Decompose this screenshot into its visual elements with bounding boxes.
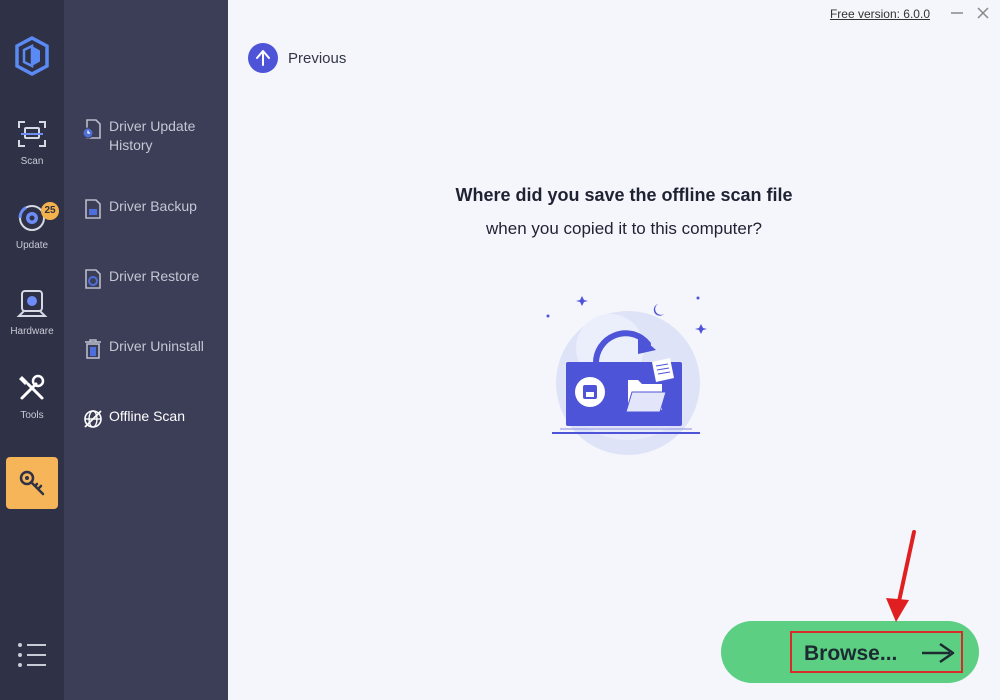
rail-hardware-label: Hardware [10, 326, 54, 337]
sidenav-item-driver-restore[interactable]: Driver Restore [82, 267, 228, 289]
question-line-1: Where did you save the offline scan file [455, 185, 793, 205]
scan-icon [18, 121, 46, 147]
browse-button[interactable]: Browse... [721, 621, 979, 683]
previous-arrow-icon [248, 43, 278, 73]
question-line-2: when you copied it to this computer? [486, 219, 762, 238]
app-logo-icon [14, 36, 50, 76]
key-icon [19, 470, 45, 496]
close-icon[interactable] [974, 4, 992, 22]
rail-scan[interactable]: Scan [0, 118, 64, 188]
trash-icon [85, 339, 101, 359]
rail-hardware[interactable]: Hardware [0, 288, 64, 358]
previous-label: Previous [288, 50, 347, 67]
rail-tools-label: Tools [20, 410, 44, 421]
rail-tools[interactable]: Tools [0, 372, 64, 442]
sidenav-label: Driver Backup [109, 198, 197, 214]
rail-offline-key[interactable] [6, 457, 58, 509]
tools-icon [19, 374, 45, 400]
minimize-icon[interactable] [948, 4, 966, 22]
arrow-right-icon [922, 642, 955, 664]
sidenav-item-driver-backup[interactable]: Driver Backup [82, 197, 228, 219]
rail-update[interactable]: 25 Update [0, 202, 64, 272]
tools-sidenav: Driver Update History Driver Backup Driv… [64, 0, 228, 700]
menu-list-icon[interactable] [16, 641, 48, 669]
rail-update-label: Update [15, 240, 49, 251]
offline-file-illustration-icon [546, 296, 707, 455]
sidenav-label: Driver Uninstall [109, 338, 204, 354]
sidenav-label: Driver Restore [109, 268, 200, 284]
version-link[interactable]: Free version: 6.0.0 [830, 7, 930, 21]
driver-restore-icon [85, 269, 101, 289]
sidenav-item-driver-update-history[interactable]: Driver Update History [82, 117, 228, 155]
offline-scan-icon [84, 410, 102, 428]
hardware-icon [16, 290, 48, 317]
sidenav-item-offline-scan[interactable]: Offline Scan [82, 407, 228, 428]
sidenav-label: Offline Scan [109, 408, 186, 424]
rail-scan-label: Scan [20, 156, 44, 167]
driver-backup-icon [85, 199, 101, 219]
driver-history-icon [82, 119, 101, 139]
icon-rail: Scan 25 Update Hardware Tools [0, 0, 64, 700]
annotation-arrow-icon [886, 530, 916, 622]
browse-label: Browse... [804, 642, 898, 665]
browse-highlight-box: Browse... [790, 631, 963, 673]
sidenav-item-driver-uninstall[interactable]: Driver Uninstall [82, 337, 228, 359]
sidenav-label: Driver Update History [109, 118, 196, 153]
update-count-badge: 25 [41, 202, 59, 220]
